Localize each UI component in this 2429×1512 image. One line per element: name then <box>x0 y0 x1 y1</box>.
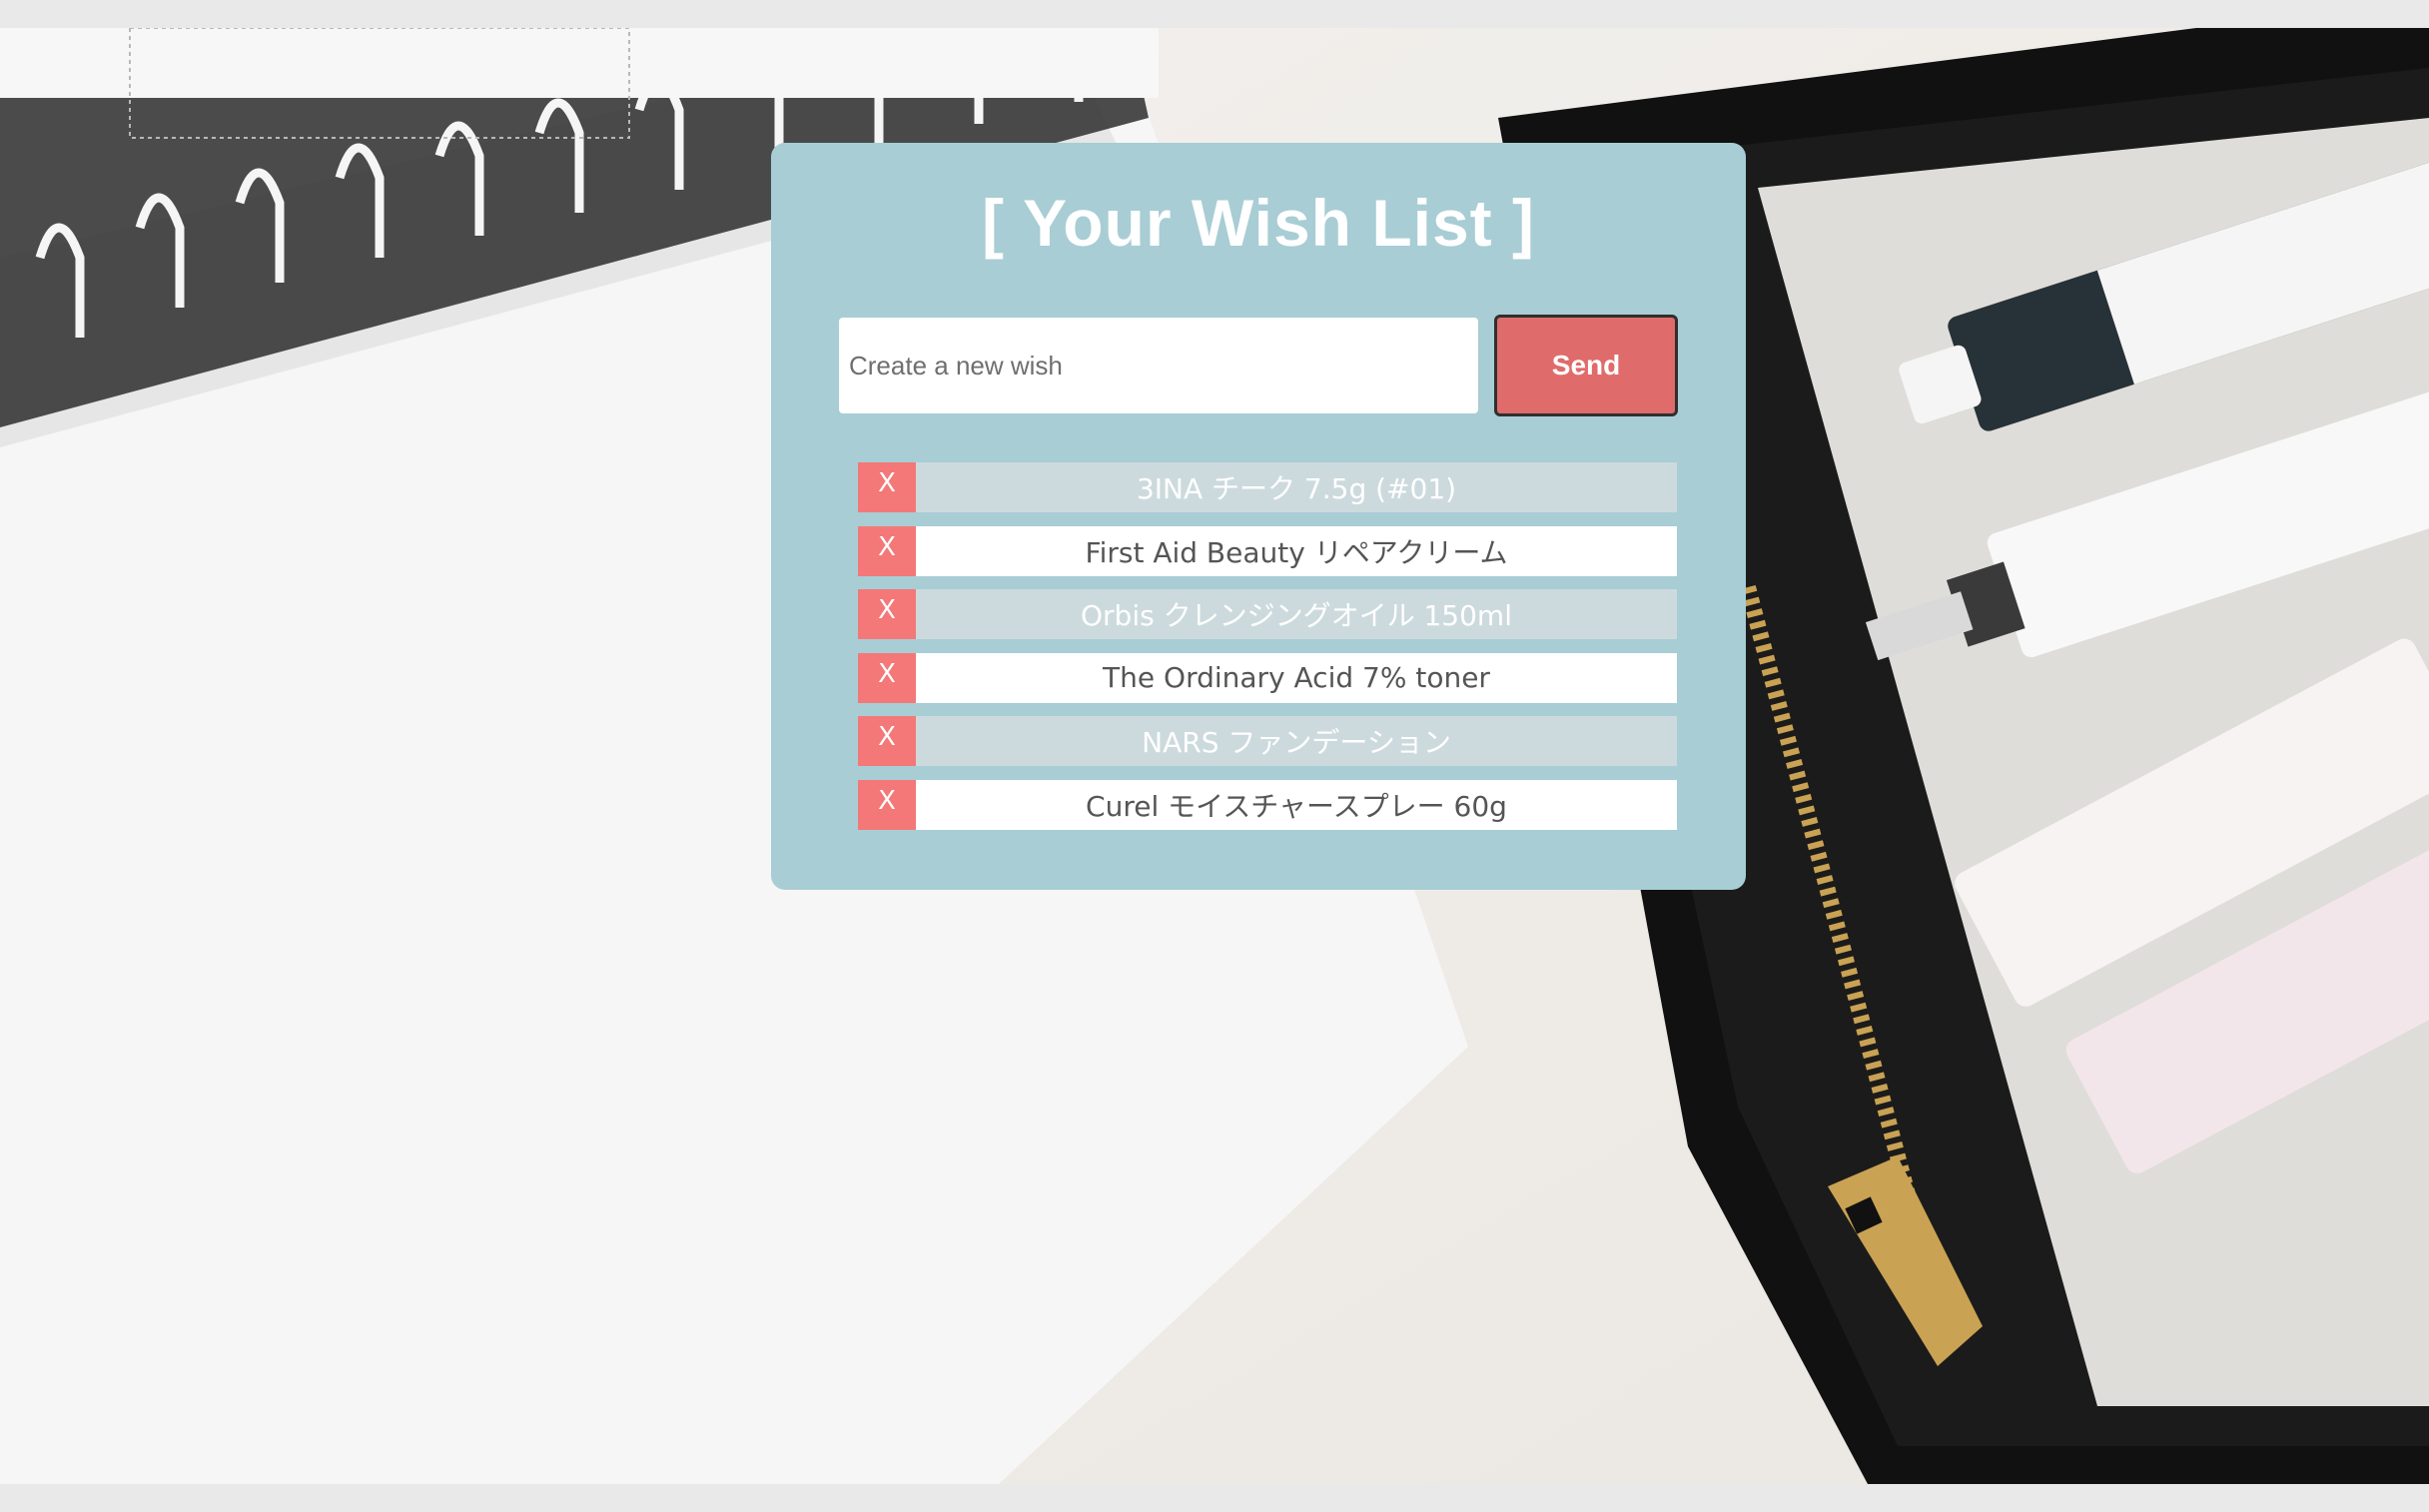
delete-wish-button[interactable]: X <box>858 589 916 640</box>
delete-wish-button[interactable]: X <box>858 462 916 512</box>
wish-item: X Curel モイスチャースプレー 60g <box>858 779 1677 830</box>
wish-item-text: The Ordinary Acid 7% toner <box>916 652 1677 703</box>
bottom-strip <box>0 1484 2429 1512</box>
send-button[interactable]: Send <box>1494 315 1678 416</box>
new-wish-input[interactable] <box>839 318 1478 413</box>
wish-item: X Orbis クレンジングオイル 150ml <box>858 589 1677 640</box>
wish-item-text: NARS ファンデーション <box>916 716 1677 767</box>
wish-item: X First Aid Beauty リペアクリーム <box>858 525 1677 576</box>
wish-item: X NARS ファンデーション <box>858 716 1677 767</box>
wish-item-text: Orbis クレンジングオイル 150ml <box>916 589 1677 640</box>
delete-wish-button[interactable]: X <box>858 652 916 703</box>
page-title: [ Your Wish List ] <box>982 186 1535 260</box>
wish-item: X 3INA チーク 7.5g (#01) <box>858 462 1677 512</box>
wish-item-text: 3INA チーク 7.5g (#01) <box>916 462 1677 512</box>
delete-wish-button[interactable]: X <box>858 779 916 830</box>
wish-item: X The Ordinary Acid 7% toner <box>858 652 1677 703</box>
delete-wish-button[interactable]: X <box>858 525 916 576</box>
wish-item-text: First Aid Beauty リペアクリーム <box>916 525 1677 576</box>
wish-list: X 3INA チーク 7.5g (#01) X First Aid Beauty… <box>858 462 1677 844</box>
top-strip <box>0 0 2429 28</box>
delete-wish-button[interactable]: X <box>858 716 916 767</box>
wish-item-text: Curel モイスチャースプレー 60g <box>916 779 1677 830</box>
wish-list-card: [ Your Wish List ] Send X 3INA チーク 7.5g … <box>771 143 1746 890</box>
